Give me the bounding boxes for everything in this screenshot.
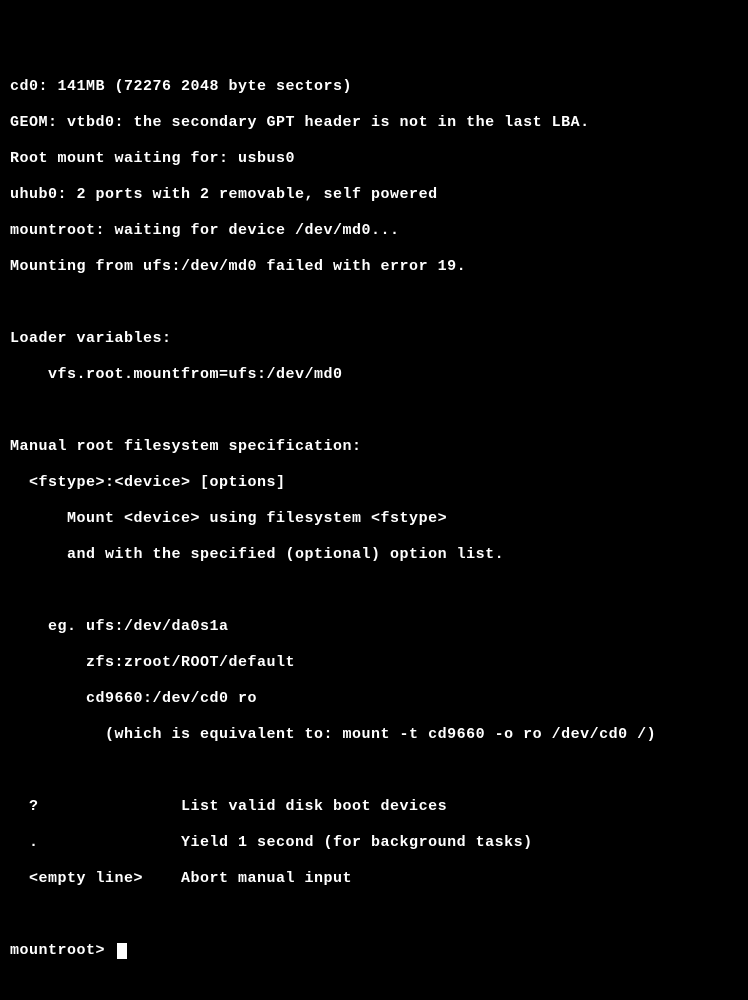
boot-line-cd0: cd0: 141MB (72276 2048 byte sectors) bbox=[10, 78, 738, 96]
example-1: eg. ufs:/dev/da0s1a bbox=[10, 618, 738, 636]
command-yield: . Yield 1 second (for background tasks) bbox=[10, 834, 738, 852]
blank-line bbox=[10, 582, 738, 600]
loader-var: vfs.root.mountfrom=ufs:/dev/md0 bbox=[10, 366, 738, 384]
example-2: zfs:zroot/ROOT/default bbox=[10, 654, 738, 672]
boot-line-mountroot: mountroot: waiting for device /dev/md0..… bbox=[10, 222, 738, 240]
example-3: cd9660:/dev/cd0 ro bbox=[10, 690, 738, 708]
loader-header: Loader variables: bbox=[10, 330, 738, 348]
manual-desc1: Mount <device> using filesystem <fstype> bbox=[10, 510, 738, 528]
cursor-icon bbox=[117, 943, 127, 959]
prompt-text: mountroot> bbox=[10, 942, 115, 960]
manual-header: Manual root filesystem specification: bbox=[10, 438, 738, 456]
boot-line-rootmount: Root mount waiting for: usbus0 bbox=[10, 150, 738, 168]
manual-syntax: <fstype>:<device> [options] bbox=[10, 474, 738, 492]
blank-line bbox=[10, 906, 738, 924]
manual-desc2: and with the specified (optional) option… bbox=[10, 546, 738, 564]
boot-line-geom: GEOM: vtbd0: the secondary GPT header is… bbox=[10, 114, 738, 132]
blank-line bbox=[10, 294, 738, 312]
command-help: ? List valid disk boot devices bbox=[10, 798, 738, 816]
blank-line bbox=[10, 762, 738, 780]
blank-line bbox=[10, 402, 738, 420]
example-4: (which is equivalent to: mount -t cd9660… bbox=[10, 726, 738, 744]
boot-line-uhub0: uhub0: 2 ports with 2 removable, self po… bbox=[10, 186, 738, 204]
boot-line-mountfail: Mounting from ufs:/dev/md0 failed with e… bbox=[10, 258, 738, 276]
prompt-line[interactable]: mountroot> bbox=[10, 942, 738, 960]
command-abort: <empty line> Abort manual input bbox=[10, 870, 738, 888]
